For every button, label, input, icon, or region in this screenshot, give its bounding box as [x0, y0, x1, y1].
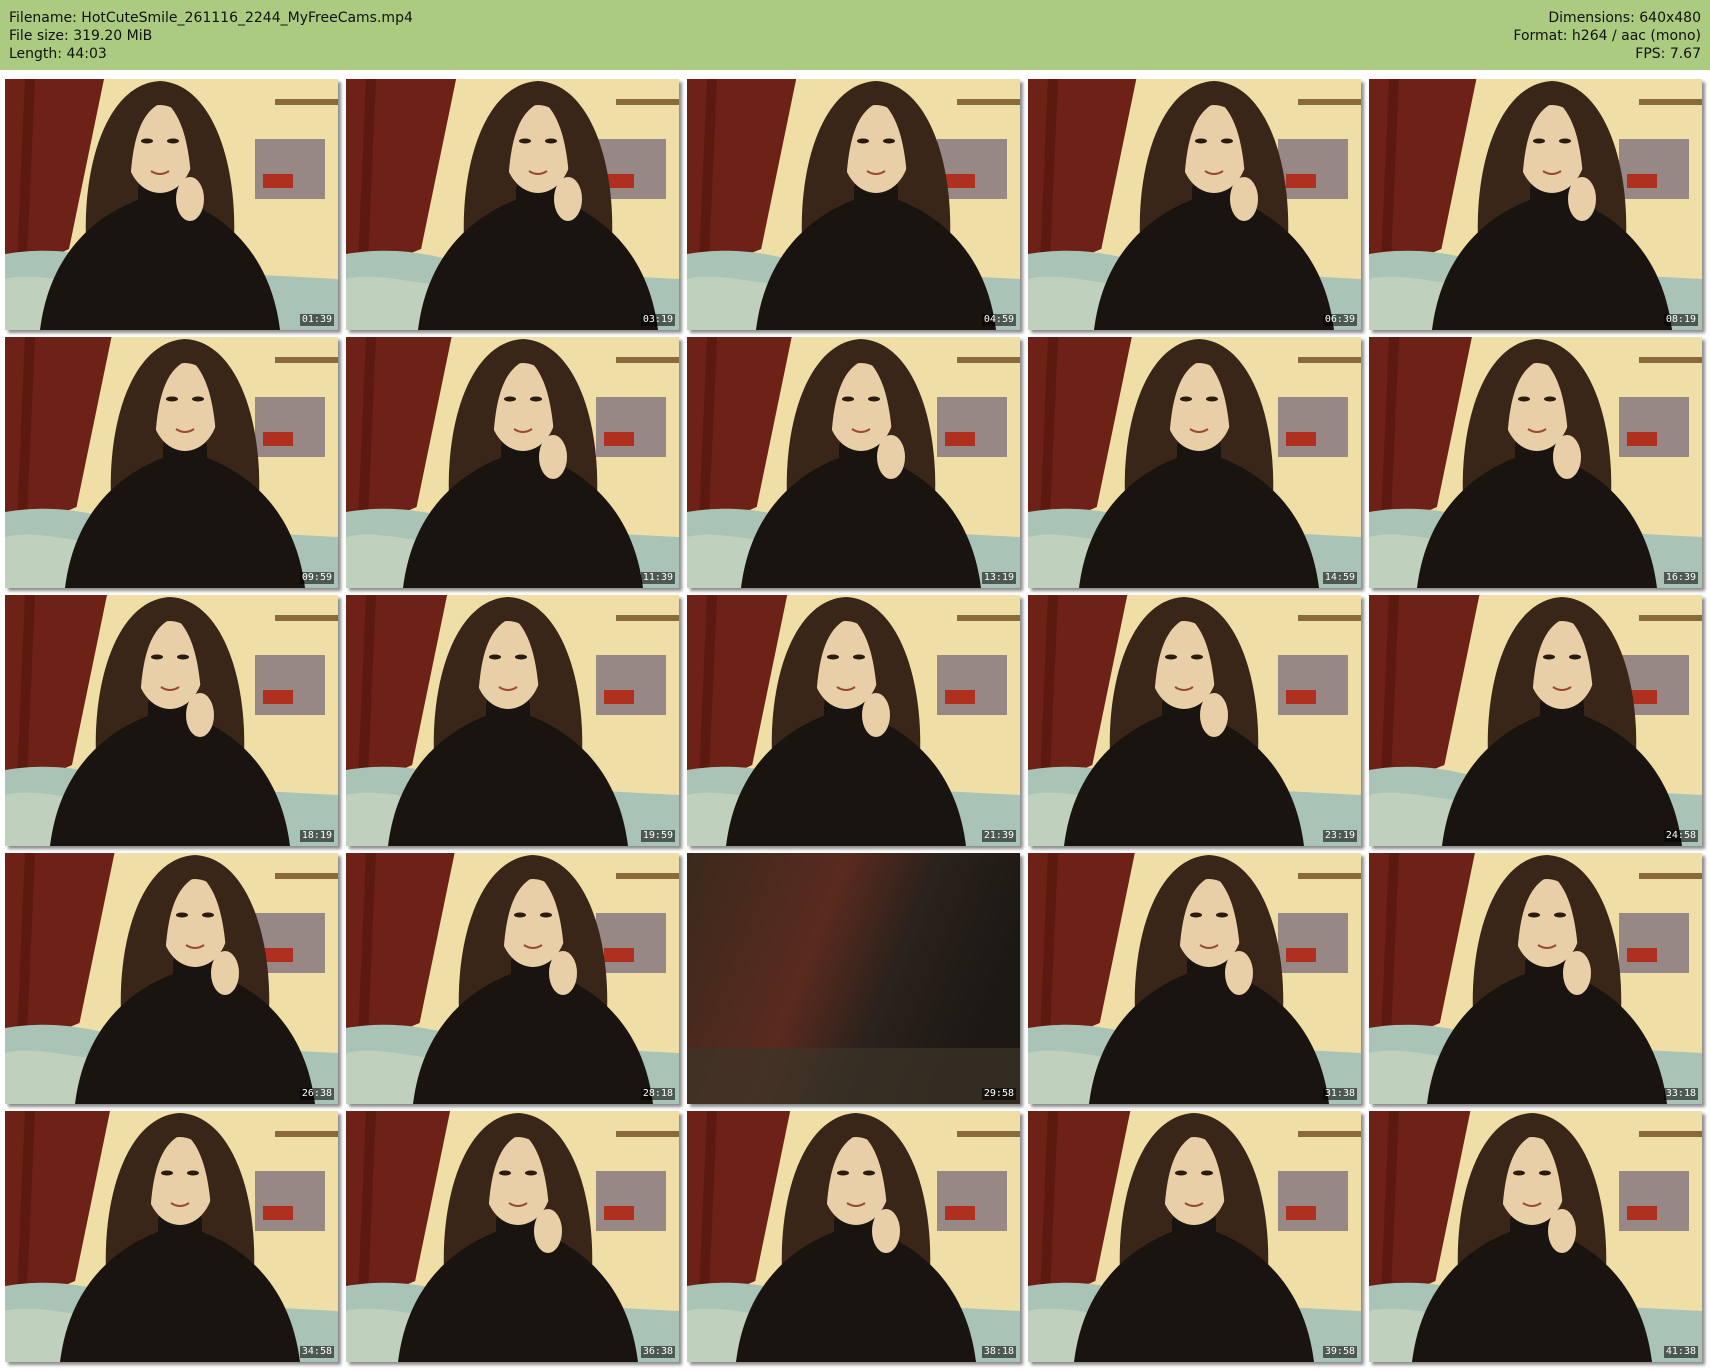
frame-image	[346, 337, 679, 588]
frame-image	[687, 79, 1020, 330]
frame-timestamp: 19:59	[640, 830, 675, 842]
frame-timestamp: 18:19	[299, 830, 334, 842]
thumbnail-frame: 19:59	[346, 595, 679, 846]
thumbnail-frame: 26:38	[5, 853, 338, 1104]
frame-timestamp: 06:39	[1322, 314, 1357, 326]
thumbnail-frame: 09:59	[5, 337, 338, 588]
frame-image	[5, 337, 338, 588]
frame-image	[1028, 595, 1361, 846]
frame-timestamp: 29:58	[981, 1088, 1016, 1100]
thumbnail-frame: 18:19	[5, 595, 338, 846]
thumbnail-frame: 23:19	[1028, 595, 1361, 846]
frame-timestamp: 04:59	[981, 314, 1016, 326]
frame-timestamp: 41:38	[1663, 1346, 1698, 1358]
frame-image	[1028, 853, 1361, 1104]
frame-timestamp: 01:39	[299, 314, 334, 326]
thumbnail-frame: 34:58	[5, 1111, 338, 1362]
info-left: Filename: HotCuteSmile_261116_2244_MyFre…	[9, 9, 413, 63]
frame-timestamp: 21:39	[981, 830, 1016, 842]
frame-image	[346, 79, 679, 330]
frame-image	[687, 1111, 1020, 1362]
frame-image	[5, 1111, 338, 1362]
frame-timestamp: 03:19	[640, 314, 675, 326]
thumbnail-frame: 24:58	[1369, 595, 1702, 846]
thumbnail-frame: 08:19	[1369, 79, 1702, 330]
frame-timestamp: 24:58	[1663, 830, 1698, 842]
frame-timestamp: 28:18	[640, 1088, 675, 1100]
thumbnail-frame: 36:38	[346, 1111, 679, 1362]
frame-image	[1369, 853, 1702, 1104]
frame-timestamp: 36:38	[640, 1346, 675, 1358]
dimensions-text: Dimensions: 640x480	[1548, 10, 1701, 26]
frame-image	[1028, 337, 1361, 588]
frame-image	[1028, 79, 1361, 330]
thumbnail-frame: 06:39	[1028, 79, 1361, 330]
frame-image	[1028, 1111, 1361, 1362]
frame-image	[687, 595, 1020, 846]
thumbnail-frame: 16:39	[1369, 337, 1702, 588]
frame-image	[1369, 79, 1702, 330]
thumbnail-frame: 29:58	[687, 853, 1020, 1104]
frame-image	[5, 79, 338, 330]
thumbnail-frame: 01:39	[5, 79, 338, 330]
frame-image	[5, 853, 338, 1104]
thumbnail-frame: 03:19	[346, 79, 679, 330]
frame-image	[346, 1111, 679, 1362]
frame-image	[1369, 1111, 1702, 1362]
thumbnail-frame: 14:59	[1028, 337, 1361, 588]
frame-timestamp: 34:58	[299, 1346, 334, 1358]
thumbnail-frame: 11:39	[346, 337, 679, 588]
thumbnail-frame: 28:18	[346, 853, 679, 1104]
frame-timestamp: 16:39	[1663, 572, 1698, 584]
frame-timestamp: 38:18	[981, 1346, 1016, 1358]
frame-timestamp: 39:58	[1322, 1346, 1357, 1358]
fps-text: FPS: 7.67	[1635, 46, 1701, 62]
frame-timestamp: 31:38	[1322, 1088, 1357, 1100]
thumbnail-frame: 41:38	[1369, 1111, 1702, 1362]
frame-image	[346, 853, 679, 1104]
info-header: Filename: HotCuteSmile_261116_2244_MyFre…	[0, 0, 1710, 70]
frame-image	[1369, 337, 1702, 588]
frame-image	[687, 337, 1020, 588]
frame-image	[687, 853, 1020, 1104]
frame-timestamp: 09:59	[299, 572, 334, 584]
thumbnail-frame: 04:59	[687, 79, 1020, 330]
frame-timestamp: 33:18	[1663, 1088, 1698, 1100]
thumbnail-frame: 38:18	[687, 1111, 1020, 1362]
frame-timestamp: 13:19	[981, 572, 1016, 584]
thumbnail-frame: 31:38	[1028, 853, 1361, 1104]
info-right: Dimensions: 640x480 Format: h264 / aac (…	[1513, 9, 1701, 63]
file-size-text: File size: 319.20 MiB	[9, 28, 153, 44]
frame-image	[1369, 595, 1702, 846]
thumbnail-frame: 33:18	[1369, 853, 1702, 1104]
thumbnail-grid: 01:39 03:19 04:59 06:39 08:19 09:59 11:39 13:19…	[5, 79, 1705, 1365]
filename-text: Filename: HotCuteSmile_261116_2244_MyFre…	[9, 10, 413, 26]
thumbnail-frame: 21:39	[687, 595, 1020, 846]
frame-timestamp: 14:59	[1322, 572, 1357, 584]
frame-image	[5, 595, 338, 846]
thumbnail-frame: 13:19	[687, 337, 1020, 588]
thumbnail-frame: 39:58	[1028, 1111, 1361, 1362]
frame-timestamp: 26:38	[299, 1088, 334, 1100]
frame-image	[346, 595, 679, 846]
frame-timestamp: 11:39	[640, 572, 675, 584]
length-text: Length: 44:03	[9, 46, 107, 62]
frame-timestamp: 23:19	[1322, 830, 1357, 842]
format-text: Format: h264 / aac (mono)	[1513, 28, 1701, 44]
frame-timestamp: 08:19	[1663, 314, 1698, 326]
